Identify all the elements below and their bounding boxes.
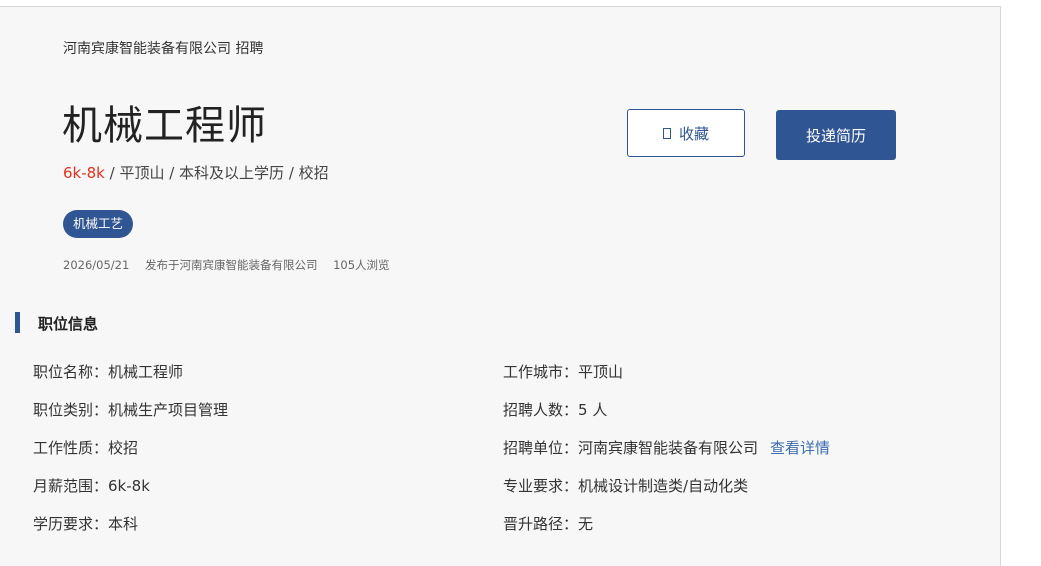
info-promotion-path: 晋升路径：无 <box>503 513 593 534</box>
info-label: 专业要求： <box>503 477 579 495</box>
info-headcount: 招聘人数：5 人 <box>503 399 607 420</box>
info-label: 工作性质： <box>33 439 109 457</box>
info-value: 河南宾康智能装备有限公司 <box>578 439 759 457</box>
info-value: 机械设计制造类/自动化类 <box>578 477 749 495</box>
info-value: 平顶山 <box>578 363 624 381</box>
favorite-label: 收藏 <box>678 124 709 143</box>
info-label: 招聘人数： <box>503 401 579 419</box>
job-tag[interactable]: 机械工艺 <box>63 210 134 238</box>
info-job-category: 职位类别：机械生产项目管理 <box>33 399 228 420</box>
info-label: 工作城市： <box>503 363 579 381</box>
section-accent-bar <box>15 312 20 333</box>
info-salary-range: 月薪范围：6k-8k <box>33 475 150 496</box>
info-label: 学历要求： <box>33 515 109 533</box>
info-major-requirement: 专业要求：机械设计制造类/自动化类 <box>503 475 748 496</box>
info-job-nature: 工作性质：校招 <box>33 437 138 458</box>
info-education: 学历要求：本科 <box>33 513 138 534</box>
post-date: 2026/05/21 <box>63 258 130 272</box>
info-value: 5 人 <box>578 401 608 419</box>
info-work-city: 工作城市：平顶山 <box>503 361 623 382</box>
info-value: 无 <box>578 515 594 533</box>
info-employer: 招聘单位：河南宾康智能装备有限公司 查看详情 <box>503 437 830 458</box>
info-value: 机械生产项目管理 <box>108 401 229 419</box>
info-value: 本科 <box>108 515 139 533</box>
summary-details: / 平顶山 / 本科及以上学历 / 校招 <box>104 164 329 182</box>
apply-resume-button[interactable]: 投递简历 <box>776 110 896 160</box>
job-detail-card: 河南宾康智能装备有限公司 招聘 机械工程师 6k-8k / 平顶山 / 本科及以… <box>0 6 1001 566</box>
info-label: 职位名称： <box>33 363 109 381</box>
info-label: 晋升路径： <box>503 515 579 533</box>
post-meta: 2026/05/21 发布于河南宾康智能装备有限公司 105人浏览 <box>63 257 402 273</box>
info-value: 校招 <box>108 439 139 457</box>
salary-range: 6k-8k <box>63 164 105 182</box>
info-label: 职位类别： <box>33 401 109 419</box>
bookmark-icon <box>662 127 671 139</box>
info-label: 月薪范围： <box>33 477 109 495</box>
favorite-button[interactable]: 收藏 <box>627 109 745 157</box>
section-title: 职位信息 <box>38 315 99 333</box>
job-summary: 6k-8k / 平顶山 / 本科及以上学历 / 校招 <box>63 162 329 183</box>
info-value: 6k-8k <box>108 477 150 495</box>
view-count: 105人浏览 <box>333 258 390 272</box>
info-label: 招聘单位： <box>503 439 579 457</box>
info-value: 机械工程师 <box>108 363 184 381</box>
info-job-name: 职位名称：机械工程师 <box>33 361 183 382</box>
job-title: 机械工程师 <box>62 103 267 149</box>
publisher: 发布于河南宾康智能装备有限公司 <box>144 258 318 272</box>
company-recruit-line: 河南宾康智能装备有限公司 招聘 <box>63 41 264 57</box>
view-details-link[interactable]: 查看详情 <box>770 439 830 457</box>
